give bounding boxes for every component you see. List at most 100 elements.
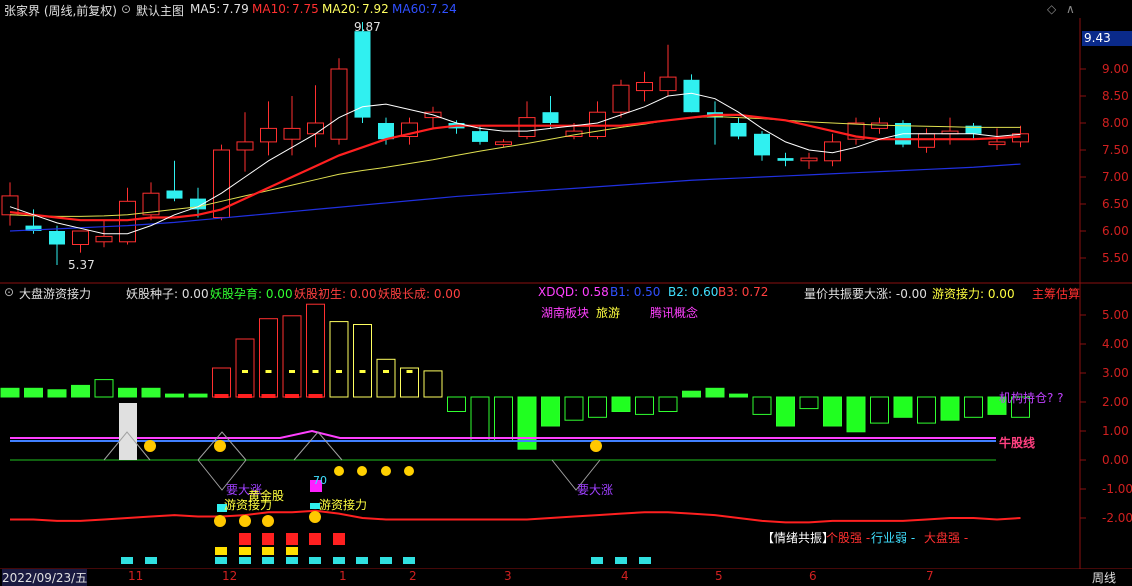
hunan-sector-label: 湖南板块	[541, 306, 590, 320]
candle-body-down	[49, 231, 65, 245]
candle-body-down	[777, 158, 794, 161]
sub-bar-positive	[0, 387, 20, 398]
signal-block	[286, 557, 298, 564]
smiley-icon	[214, 440, 226, 452]
sub-bar-negative	[588, 396, 607, 418]
sub-bar-dot	[289, 370, 295, 373]
sub-bar-negative	[870, 396, 889, 424]
niugu-line-label: 牛股线	[999, 436, 1036, 450]
tengxun-label: 腾讯概念	[650, 306, 699, 320]
sub-bar-negative	[541, 396, 560, 427]
sub-bar-dot	[265, 370, 272, 373]
candle-body-up	[236, 141, 254, 151]
signal-block	[333, 557, 345, 564]
sub-bar-positive	[729, 393, 748, 398]
sub-bar-negative	[494, 396, 513, 441]
candle-body-up	[330, 68, 348, 140]
sub-bar-base-mark	[214, 394, 229, 398]
emotion-line	[10, 509, 1021, 524]
candle-body-up	[636, 82, 653, 92]
sub-bar-positive	[118, 387, 137, 398]
signal-block	[215, 557, 227, 564]
sub-bar-positive	[705, 387, 725, 398]
candle-body-up	[589, 111, 606, 137]
current-date: 2022/09/23/五	[2, 569, 88, 586]
signal-block	[639, 557, 651, 564]
sub-bar-negative	[940, 396, 960, 421]
smiley-icon	[239, 515, 251, 527]
sub-bar-dot	[336, 370, 342, 373]
signal-block	[309, 557, 321, 564]
sub-bar-positive	[235, 338, 255, 398]
candle-body-up	[72, 230, 89, 245]
sub-bar-positive	[141, 387, 161, 398]
signal-block	[615, 557, 627, 564]
yellow-dot	[334, 466, 344, 476]
highlight-bar	[119, 403, 137, 460]
time-tick: 4	[621, 569, 629, 583]
time-tick: 3	[504, 569, 512, 583]
time-tick: 5	[715, 569, 723, 583]
smiley-icon	[214, 515, 226, 527]
candle-body-up	[988, 141, 1006, 146]
sub-bar-positive	[47, 389, 67, 398]
signal-block-red	[239, 533, 251, 545]
sub-bar-negative	[917, 396, 936, 424]
signal-block-yellow	[215, 547, 227, 555]
time-tick: 7	[926, 569, 934, 583]
qingxu-label: 【情绪共振】	[762, 531, 835, 545]
candle-body-up	[659, 76, 677, 92]
high-price-annotation: 9.87	[354, 20, 381, 34]
sub-bar-positive	[376, 358, 396, 398]
signal-block	[380, 557, 392, 564]
signal-block	[403, 557, 415, 564]
lvyou-label: 旅游	[596, 306, 621, 320]
sub-bar-negative	[658, 396, 678, 412]
sub-bar-dot	[406, 370, 413, 373]
yaodazhang-label: 要大涨	[577, 483, 614, 497]
time-tick: 6	[809, 569, 817, 583]
signal-block	[239, 557, 251, 564]
signal-block-yellow	[262, 547, 274, 555]
candle-body-up	[495, 141, 512, 146]
sub-bar-dot	[383, 370, 389, 373]
sub-bar-base-mark	[261, 394, 276, 398]
signal-block	[121, 557, 133, 564]
sub-bar-negative	[611, 396, 631, 412]
smiley-icon	[590, 440, 602, 452]
candle-body-up	[260, 127, 277, 143]
sub-bar-positive	[24, 387, 43, 398]
sub-bar-dot	[359, 370, 366, 373]
time-axis: 2022/09/23/五 11 12 1 2 3 4 5 6 7 周线	[0, 569, 1132, 586]
sub-bar-base-mark	[308, 394, 323, 398]
ma5-line	[9, 92, 1021, 235]
sub-bar-positive	[423, 370, 443, 398]
candle-body-down	[730, 123, 747, 137]
signal-block-red	[333, 533, 345, 545]
time-tick: 11	[128, 569, 144, 583]
candle-body-up	[918, 133, 935, 148]
sub-bar-positive	[94, 379, 114, 398]
sub-bar-positive	[188, 393, 208, 398]
time-tick: 2	[409, 569, 417, 583]
sub-bar-positive	[212, 367, 231, 398]
smiley-icon	[144, 440, 156, 452]
yellow-dot	[404, 466, 414, 476]
yellow-dot	[381, 466, 391, 476]
signal-block	[591, 557, 603, 564]
period-label[interactable]: 周线	[1092, 569, 1116, 586]
chart-canvas[interactable]	[0, 0, 1132, 583]
sub-bar-negative	[635, 396, 654, 415]
signal-block-yellow	[286, 547, 298, 555]
sub-bar-negative	[564, 396, 584, 421]
candle-body-up	[518, 117, 536, 137]
sub-bar-positive	[682, 390, 701, 398]
candle-body-up	[283, 127, 301, 140]
sub-bar-positive	[282, 315, 302, 398]
time-tick: 12	[222, 569, 238, 583]
smiley-icon	[262, 515, 274, 527]
sub-bar-positive	[165, 393, 184, 398]
time-tick: 1	[339, 569, 347, 583]
sub-bar-negative	[964, 396, 983, 418]
yellow-dot	[357, 466, 367, 476]
